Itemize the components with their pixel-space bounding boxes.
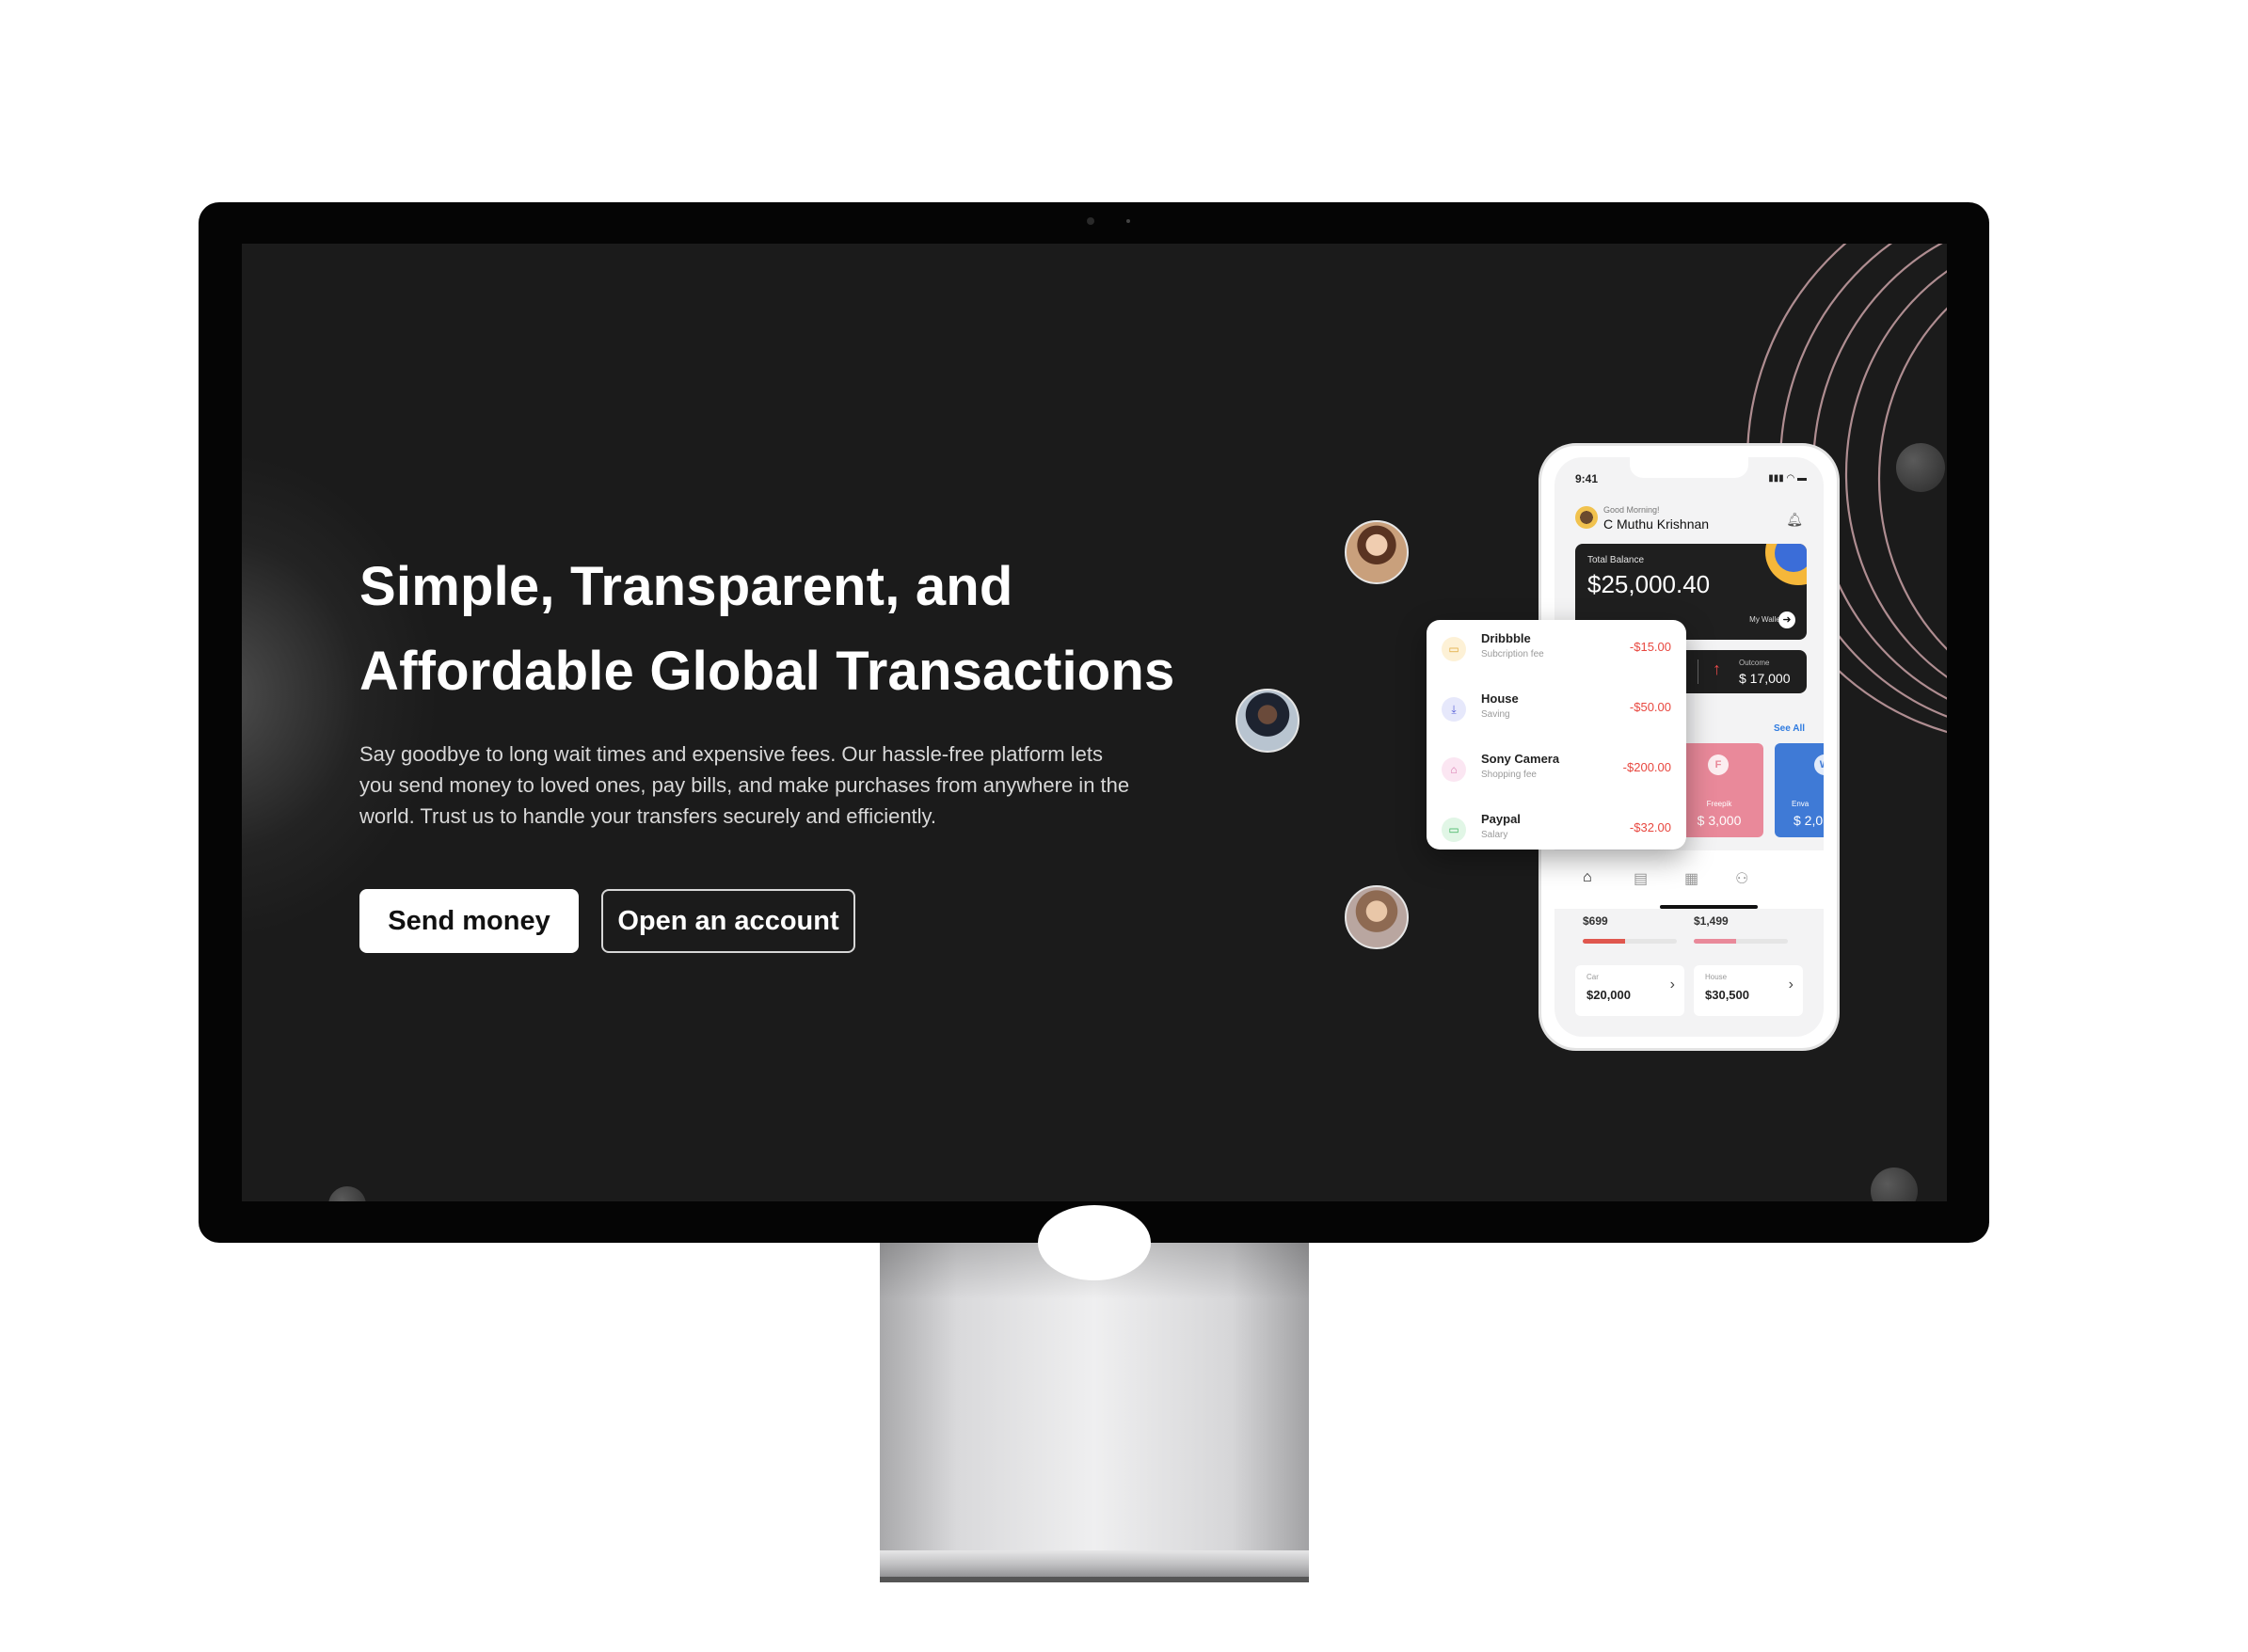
avatar bbox=[1345, 520, 1409, 584]
phone-time: 9:41 bbox=[1575, 472, 1599, 485]
tab-indicator bbox=[1660, 905, 1758, 909]
transaction-subtitle: Shopping fee bbox=[1481, 770, 1537, 780]
transaction-subtitle: Subcription fee bbox=[1481, 649, 1544, 659]
transaction-row[interactable]: ▭ Paypal Salary -$32.00 bbox=[1427, 801, 1686, 857]
status-icons: ▮▮▮ ◠ ▬ bbox=[1768, 473, 1807, 484]
wallet-icon[interactable]: ▤ bbox=[1634, 869, 1648, 888]
balance-value: $25,000.40 bbox=[1587, 570, 1711, 598]
arrow-right-icon[interactable]: ➜ bbox=[1778, 612, 1795, 628]
bell-icon[interactable]: 🔔︎ bbox=[1786, 512, 1803, 528]
card-name: Freepik bbox=[1706, 800, 1732, 808]
transaction-name: House bbox=[1481, 691, 1519, 706]
goal-progress bbox=[1694, 939, 1788, 944]
card-initial: W bbox=[1814, 755, 1824, 775]
goal-name: Car bbox=[1586, 973, 1599, 981]
transaction-name: Paypal bbox=[1481, 812, 1521, 826]
transaction-row[interactable]: ▭ Dribbble Subcription fee -$15.00 bbox=[1427, 620, 1686, 676]
stand-cutout bbox=[1038, 1205, 1151, 1280]
chevron-right-icon: › bbox=[1788, 977, 1794, 993]
chevron-right-icon: › bbox=[1669, 977, 1675, 993]
card-value: $ 2,0 bbox=[1794, 813, 1824, 828]
monitor-bezel: Simple, Transparent, and Affordable Glob… bbox=[199, 202, 1989, 1243]
headline-line-1: Simple, Transparent, and bbox=[359, 556, 1013, 617]
hero-headline: Simple, Transparent, and Affordable Glob… bbox=[359, 545, 1206, 714]
monitor-stand bbox=[880, 1205, 1309, 1553]
stand-base bbox=[880, 1550, 1309, 1579]
screen: Simple, Transparent, and Affordable Glob… bbox=[242, 244, 1947, 1201]
stand-base-shadow bbox=[880, 1577, 1309, 1582]
hero-description: Say goodbye to long wait times and expen… bbox=[359, 742, 1130, 828]
profile-icon[interactable]: ⚇ bbox=[1735, 869, 1748, 888]
goal-name: House bbox=[1705, 973, 1728, 981]
transaction-row[interactable]: ⌂ Sony Camera Shopping fee -$200.00 bbox=[1427, 740, 1686, 797]
wallet-label: My Wallet bbox=[1749, 615, 1782, 624]
transaction-amount: -$15.00 bbox=[1629, 640, 1671, 654]
transaction-name: Dribbble bbox=[1481, 631, 1531, 645]
open-account-button[interactable]: Open an account bbox=[601, 889, 855, 953]
goal-progress-fill bbox=[1583, 939, 1625, 944]
card-value: $ 3,000 bbox=[1697, 813, 1742, 828]
goal-value: $20,000 bbox=[1586, 988, 1631, 1002]
goal-card[interactable]: Car $20,000 › bbox=[1575, 965, 1684, 1016]
transaction-subtitle: Saving bbox=[1481, 709, 1510, 720]
transaction-name: Sony Camera bbox=[1481, 752, 1560, 766]
transactions-card: ▭ Dribbble Subcription fee -$15.00 ⤓ Hou… bbox=[1427, 620, 1686, 850]
chart-icon[interactable]: ▦ bbox=[1684, 869, 1698, 888]
card-initial: F bbox=[1708, 755, 1729, 775]
tab-bar: ⌂ ▤ ▦ ⚇ bbox=[1554, 850, 1824, 909]
category-card[interactable]: F Freepik $ 3,000 bbox=[1675, 743, 1763, 837]
home-icon[interactable]: ⌂ bbox=[1583, 869, 1592, 886]
user-avatar bbox=[1575, 506, 1598, 529]
download-icon: ⤓ bbox=[1442, 697, 1466, 722]
decorative-dot bbox=[1896, 443, 1945, 492]
goal-progress-fill bbox=[1694, 939, 1736, 944]
greeting: Good Morning! bbox=[1603, 505, 1660, 515]
bag-icon: ⌂ bbox=[1442, 757, 1466, 782]
user-name: C Muthu Krishnan bbox=[1603, 516, 1710, 532]
avatar bbox=[1236, 689, 1299, 753]
send-money-button[interactable]: Send money bbox=[359, 889, 579, 953]
arrow-up-icon: ↑ bbox=[1713, 659, 1721, 678]
category-card[interactable]: W Enva $ 2,0 bbox=[1775, 743, 1824, 837]
goal-amount: $1,499 bbox=[1694, 914, 1729, 928]
camera-dot bbox=[1087, 217, 1094, 225]
outcome-value: $ 17,000 bbox=[1739, 671, 1791, 686]
decorative-dot bbox=[328, 1186, 366, 1201]
card-icon: ▭ bbox=[1442, 818, 1466, 842]
transaction-row[interactable]: ⤓ House Saving -$50.00 bbox=[1427, 680, 1686, 737]
goal-progress bbox=[1583, 939, 1677, 944]
balance-label: Total Balance bbox=[1587, 555, 1645, 565]
laptop-icon: ▭ bbox=[1442, 637, 1466, 661]
sensor-dot bbox=[1126, 219, 1130, 223]
transaction-amount: -$200.00 bbox=[1622, 760, 1671, 774]
decorative-dot bbox=[1871, 1168, 1918, 1201]
goal-value: $30,500 bbox=[1705, 988, 1749, 1002]
transaction-subtitle: Salary bbox=[1481, 830, 1508, 840]
goal-card[interactable]: House $30,500 › bbox=[1694, 965, 1803, 1016]
headline-line-2: Affordable Global Transactions bbox=[359, 641, 1175, 702]
card-name: Enva bbox=[1792, 800, 1810, 808]
outcome-label: Outcome bbox=[1739, 659, 1770, 667]
transaction-amount: -$32.00 bbox=[1629, 820, 1671, 834]
goal-amount: $699 bbox=[1583, 914, 1608, 928]
transaction-amount: -$50.00 bbox=[1629, 700, 1671, 714]
see-all-link[interactable]: See All bbox=[1774, 723, 1805, 734]
phone-notch bbox=[1630, 457, 1748, 478]
avatar bbox=[1345, 885, 1409, 949]
